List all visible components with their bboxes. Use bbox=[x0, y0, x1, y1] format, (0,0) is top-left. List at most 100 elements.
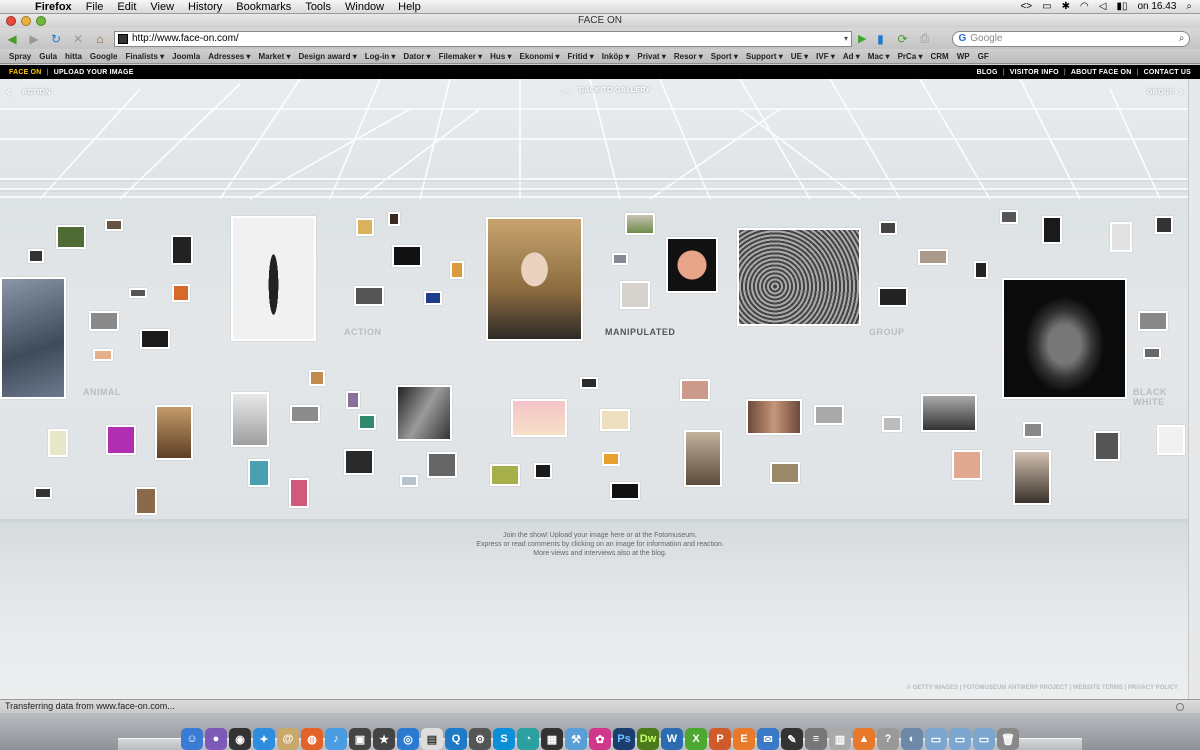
photo-thumb[interactable] bbox=[106, 425, 136, 455]
photo-thumb[interactable] bbox=[1110, 222, 1132, 252]
bookmark-sidebar-icon[interactable]: ▮ bbox=[872, 31, 888, 47]
pictures-folder-icon[interactable]: ▭ bbox=[973, 728, 995, 750]
bookmark-item[interactable]: hitta bbox=[61, 52, 86, 61]
url-dropdown-icon[interactable]: ▾ bbox=[844, 34, 848, 43]
bookmark-item[interactable]: Ekonomi ▾ bbox=[516, 52, 564, 61]
minimize-window-button[interactable] bbox=[21, 16, 31, 26]
photo-thumb[interactable] bbox=[580, 377, 598, 389]
stop-icon[interactable]: ✕ bbox=[70, 31, 86, 47]
bookmark-item[interactable]: Google bbox=[86, 52, 122, 61]
menu-view[interactable]: View bbox=[143, 0, 181, 14]
site-logo[interactable]: FACE ON bbox=[9, 69, 42, 76]
photo-thumb[interactable] bbox=[89, 311, 119, 331]
photo-thumb[interactable] bbox=[602, 452, 620, 466]
bookmark-item[interactable]: Market ▾ bbox=[254, 52, 294, 61]
bookmark-item[interactable]: Resor ▾ bbox=[670, 52, 707, 61]
photo-thumb[interactable] bbox=[427, 452, 457, 478]
forward-arrow-icon[interactable]: ▶ bbox=[26, 31, 42, 47]
dreamweaver-icon[interactable]: Dw bbox=[637, 728, 659, 750]
photo-thumb[interactable] bbox=[289, 478, 309, 508]
menu-app-name[interactable]: Firefox bbox=[28, 0, 79, 14]
bookmark-item[interactable]: Filemaker ▾ bbox=[435, 52, 487, 61]
photo-thumb[interactable] bbox=[878, 287, 908, 307]
bookmark-item[interactable]: Ad ▾ bbox=[839, 52, 864, 61]
photo-thumb[interactable] bbox=[1023, 422, 1043, 438]
wifi-icon[interactable]: ◠ bbox=[1080, 1, 1089, 12]
photo-blonde-girl-manipulated[interactable] bbox=[486, 217, 583, 341]
photo-thumb[interactable] bbox=[680, 379, 710, 401]
photo-bench-elderly[interactable] bbox=[921, 394, 977, 432]
photo-thumb[interactable] bbox=[105, 219, 123, 231]
photo-couple-kiss[interactable] bbox=[396, 385, 452, 441]
search-icon[interactable]: ⌕ bbox=[1179, 33, 1185, 44]
menu-history[interactable]: History bbox=[181, 0, 229, 14]
photo-thumb[interactable] bbox=[392, 245, 422, 267]
google-engine-icon[interactable]: G bbox=[958, 33, 966, 44]
print-icon[interactable]: ⎙ bbox=[916, 31, 932, 47]
photo-woman-portrait[interactable] bbox=[684, 430, 722, 487]
photo-thumb[interactable] bbox=[612, 253, 628, 265]
documents-folder-icon[interactable]: ▭ bbox=[925, 728, 947, 750]
bookmark-item[interactable]: Spray bbox=[5, 52, 35, 61]
system-preferences-icon[interactable]: ⚙ bbox=[469, 728, 491, 750]
up-chevron-icon[interactable]: ︿ bbox=[560, 80, 572, 97]
finder-icon[interactable]: ☺ bbox=[181, 728, 203, 750]
script-editor-icon[interactable]: ✎ bbox=[781, 728, 803, 750]
bookmark-item[interactable]: GF bbox=[974, 52, 993, 61]
photo-thumb[interactable] bbox=[358, 414, 376, 430]
prev-chevron-icon[interactable]: ‹ bbox=[6, 83, 11, 101]
vlc-icon[interactable]: ▲ bbox=[853, 728, 875, 750]
contact-link[interactable]: CONTACT US bbox=[1144, 69, 1191, 76]
word-icon[interactable]: W bbox=[661, 728, 683, 750]
visitor-info-link[interactable]: VISITOR INFO bbox=[1010, 69, 1059, 76]
photo-thumb[interactable] bbox=[172, 284, 190, 302]
photo-thumb[interactable] bbox=[974, 261, 988, 279]
quicktime-icon[interactable]: Q bbox=[445, 728, 467, 750]
clock[interactable]: on 16.43 bbox=[1137, 1, 1176, 12]
entourage-icon[interactable]: E bbox=[733, 728, 755, 750]
photo-thumb[interactable] bbox=[171, 235, 193, 265]
photo-thumb[interactable] bbox=[248, 459, 270, 487]
ichat-icon[interactable]: ● bbox=[205, 728, 227, 750]
photo-thumb[interactable] bbox=[610, 482, 640, 500]
bookmark-item[interactable]: UE ▾ bbox=[787, 52, 812, 61]
photo-thumb[interactable] bbox=[290, 405, 320, 423]
iphoto-icon[interactable]: ▣ bbox=[349, 728, 371, 750]
bookmark-item[interactable]: Fritid ▾ bbox=[564, 52, 598, 61]
vertical-scrollbar[interactable] bbox=[1188, 79, 1200, 699]
photo-thumb[interactable] bbox=[879, 221, 897, 235]
photo-thumb[interactable] bbox=[534, 463, 552, 479]
upload-image-link[interactable]: UPLOAD YOUR IMAGE bbox=[54, 69, 134, 76]
info-line-upload[interactable]: Join the show! Upload your image here or… bbox=[420, 531, 780, 540]
help-icon[interactable]: ? bbox=[877, 728, 899, 750]
photo-thumb[interactable] bbox=[952, 450, 982, 480]
itunes-icon[interactable]: ♪ bbox=[325, 728, 347, 750]
photo-thumb[interactable] bbox=[309, 370, 325, 386]
photo-thumb[interactable] bbox=[28, 249, 44, 263]
photo-thumb[interactable] bbox=[356, 218, 374, 236]
safari-icon[interactable]: ✦ bbox=[253, 728, 275, 750]
photo-dancer-action[interactable] bbox=[231, 216, 316, 341]
home-icon[interactable]: ⌂ bbox=[92, 31, 108, 47]
powerpoint-icon[interactable]: P bbox=[709, 728, 731, 750]
url-bar[interactable]: http://www.face-on.com/ ▾ bbox=[114, 30, 852, 47]
photo-thumb[interactable] bbox=[424, 291, 442, 305]
bookmark-item[interactable]: Hus ▾ bbox=[486, 52, 515, 61]
menu-tools[interactable]: Tools bbox=[298, 0, 338, 14]
photo-thumb[interactable] bbox=[1000, 210, 1018, 224]
photo-thumb[interactable] bbox=[56, 225, 86, 249]
next-category-link[interactable]: GROUP bbox=[1147, 89, 1174, 96]
code-icon[interactable]: <> bbox=[1020, 1, 1032, 12]
close-window-button[interactable] bbox=[6, 16, 16, 26]
zoom-window-button[interactable] bbox=[36, 16, 46, 26]
photo-thumb[interactable] bbox=[1157, 425, 1185, 455]
excel-icon[interactable]: X bbox=[685, 728, 707, 750]
flower-app-icon[interactable]: ✿ bbox=[589, 728, 611, 750]
display-icon[interactable]: ▭ bbox=[1042, 1, 1051, 12]
info-line-blog[interactable]: More views and interviews also at the bl… bbox=[420, 549, 780, 558]
photo-woman-bw-portrait[interactable] bbox=[1013, 450, 1051, 505]
category-label-manipulated[interactable]: MANIPULATED bbox=[605, 327, 675, 337]
photo-thumb[interactable] bbox=[346, 391, 360, 409]
photo-bat-animal[interactable] bbox=[0, 277, 66, 399]
skype-icon[interactable]: S bbox=[493, 728, 515, 750]
